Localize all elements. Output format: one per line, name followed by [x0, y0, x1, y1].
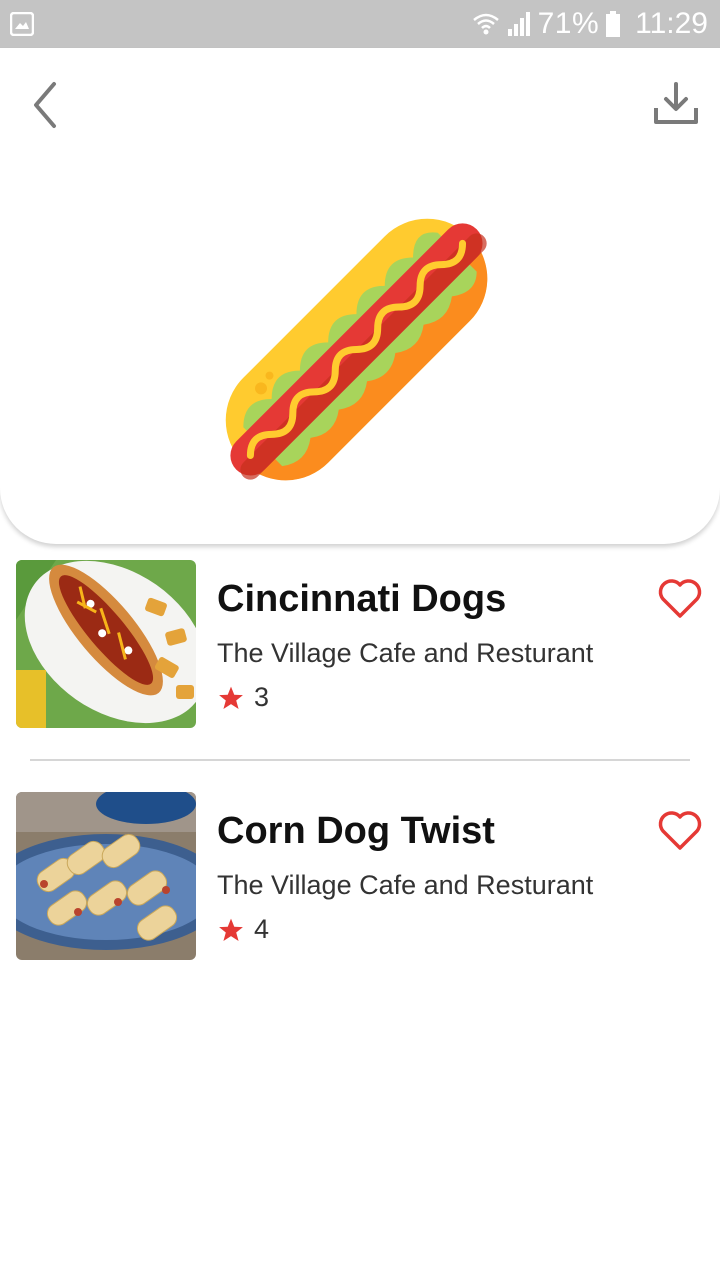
- heart-icon: [658, 579, 702, 618]
- heart-icon: [658, 811, 702, 850]
- clock: 11:29: [635, 7, 708, 40]
- hot-dog-illustration: [225, 218, 488, 481]
- signal-icon: [507, 12, 530, 36]
- chevron-left-icon: [34, 82, 56, 128]
- list-item[interactable]: Cincinnati Dogs The Village Cafe and Res…: [0, 560, 720, 761]
- list-item[interactable]: Corn Dog Twist The Village Cafe and Rest…: [0, 792, 720, 962]
- star-icon: [219, 918, 243, 941]
- item-rating: 4: [218, 914, 269, 945]
- wifi-icon: [472, 13, 499, 35]
- item-thumbnail: [16, 792, 196, 960]
- header-card: [0, 48, 720, 544]
- item-restaurant: The Village Cafe and Resturant: [217, 870, 594, 900]
- back-button[interactable]: [22, 78, 70, 132]
- download-icon: [654, 82, 698, 124]
- item-thumbnail: [16, 560, 196, 728]
- rating-value: 3: [254, 682, 270, 712]
- battery-icon: [606, 11, 621, 37]
- item-title: Cincinnati Dogs: [217, 578, 507, 620]
- divider: [30, 759, 690, 761]
- favorite-button[interactable]: [658, 578, 702, 620]
- status-bar: 71% 11:29: [0, 0, 720, 48]
- rating-value: 4: [254, 914, 270, 944]
- favorite-button[interactable]: [658, 810, 702, 852]
- item-restaurant: The Village Cafe and Resturant: [217, 638, 594, 668]
- image-notification-icon: [10, 12, 34, 36]
- item-title: Corn Dog Twist: [217, 810, 495, 852]
- battery-percent: 71%: [537, 7, 600, 40]
- star-icon: [219, 686, 243, 709]
- item-rating: 3: [218, 682, 269, 713]
- download-button[interactable]: [652, 80, 700, 128]
